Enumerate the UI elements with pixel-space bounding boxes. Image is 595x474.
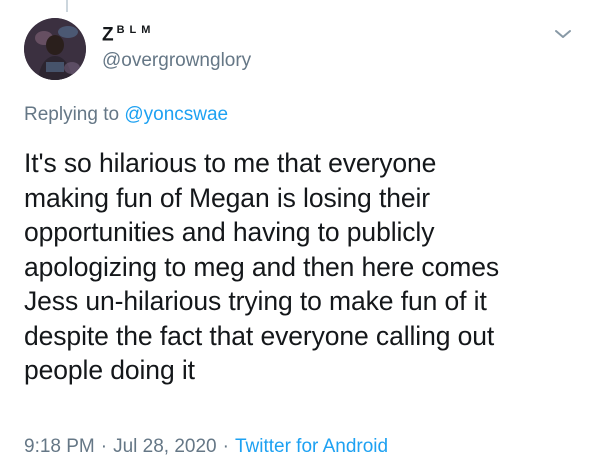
chevron-down-icon[interactable] — [552, 26, 574, 42]
meta-separator: · — [100, 436, 108, 457]
author-display-name[interactable]: ZBLM — [102, 24, 155, 46]
avatar-image — [24, 18, 86, 80]
tweet-body-text: It's so hilarious to me that everyone ma… — [24, 148, 499, 385]
author-name-row[interactable]: ZBLM — [102, 22, 155, 48]
display-name-initial: Z — [102, 24, 117, 46]
avatar[interactable] — [24, 18, 86, 80]
author-handle[interactable]: @overgrownglory — [102, 50, 251, 72]
tweet-source-link[interactable]: Twitter for Android — [235, 436, 388, 457]
tweet: ZBLM @overgrownglory Replying to @yoncsw… — [0, 0, 595, 474]
meta-separator: · — [222, 436, 229, 457]
tweet-date[interactable]: Jul 28, 2020 — [113, 436, 217, 457]
tweet-meta: 9:18 PM · Jul 28, 2020 · Twitter for Android — [24, 436, 388, 458]
reply-to-handle-link[interactable]: @yoncswae — [124, 104, 228, 125]
replying-to-prefix: Replying to — [24, 104, 125, 125]
tweet-time[interactable]: 9:18 PM — [24, 436, 95, 457]
display-name-suffix: BLM — [116, 23, 156, 36]
replying-to-line: Replying to @yoncswae — [24, 104, 228, 126]
